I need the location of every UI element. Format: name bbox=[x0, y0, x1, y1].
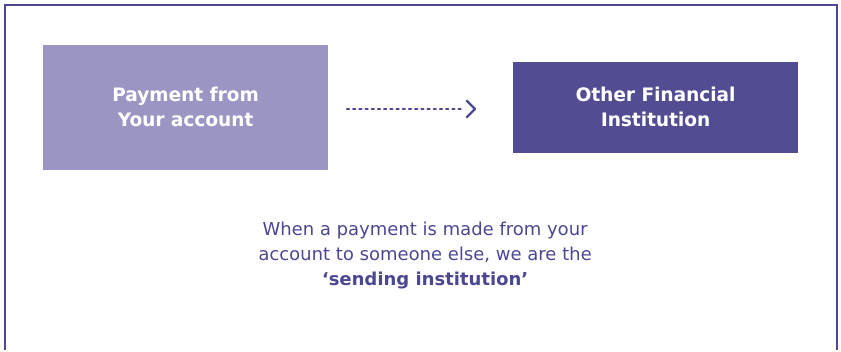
source-box-line-2: Your account bbox=[117, 109, 254, 131]
target-box-line-2: Institution bbox=[600, 109, 711, 131]
dotted-arrow-icon bbox=[346, 99, 477, 119]
caption-emphasis: ‘sending institution’ bbox=[321, 269, 529, 290]
source-box: Payment from Your account bbox=[43, 45, 328, 170]
target-box-line-1: Other Financial bbox=[575, 84, 736, 106]
caption-line-1: When a payment is made from your bbox=[262, 219, 588, 240]
caption-line-2: account to someone else, we are the bbox=[258, 244, 592, 265]
caption: When a payment is made from your account… bbox=[160, 217, 690, 292]
target-box: Other Financial Institution bbox=[513, 62, 798, 153]
source-box-line-1: Payment from bbox=[112, 84, 259, 106]
